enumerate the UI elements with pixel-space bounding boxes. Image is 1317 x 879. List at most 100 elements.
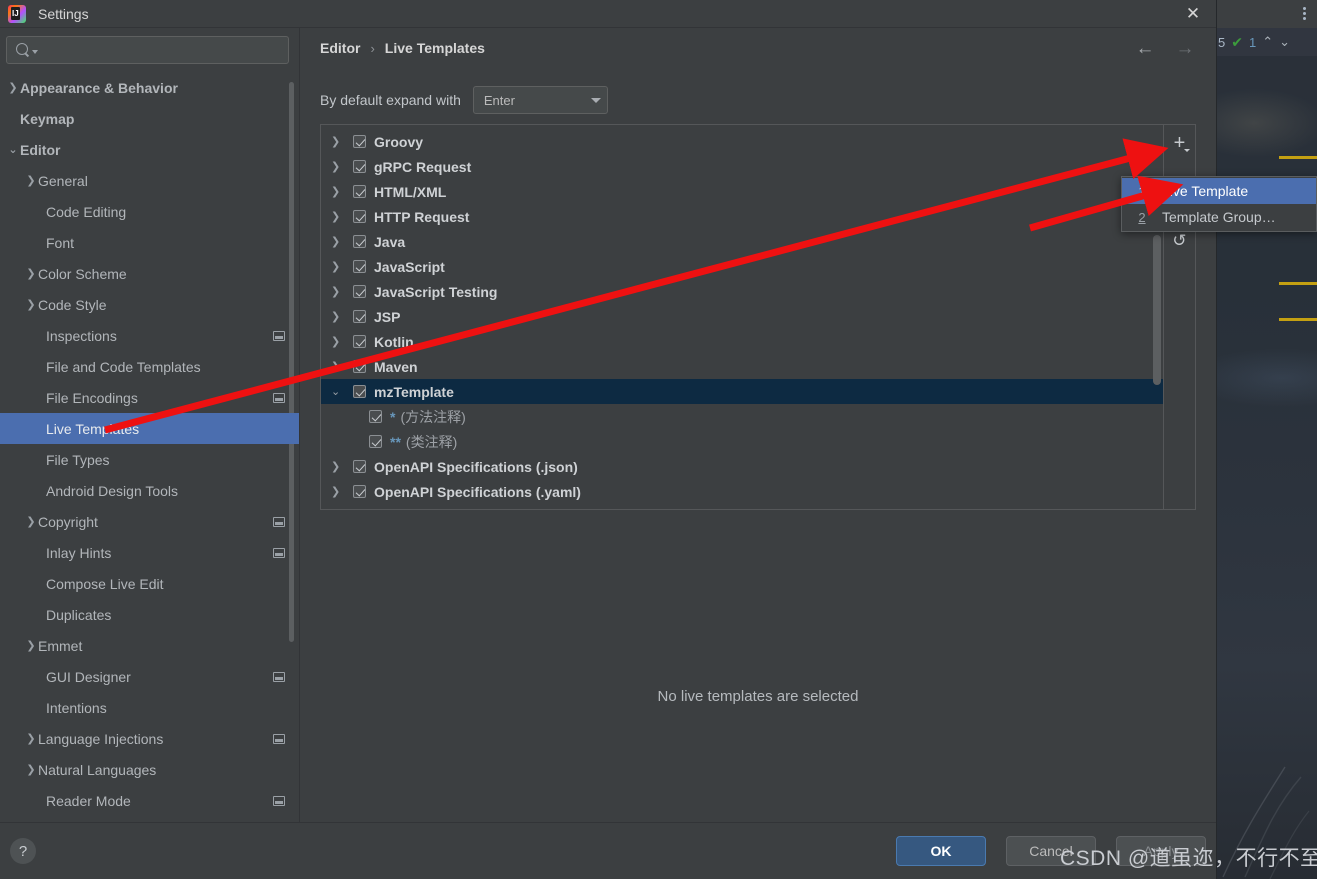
expand-with-select[interactable]: Enter bbox=[472, 86, 608, 114]
chevron-right-icon[interactable]: ❯ bbox=[331, 235, 353, 248]
breadcrumb-root[interactable]: Editor bbox=[320, 40, 360, 56]
template-group-javascript-testing[interactable]: ❯ JavaScript Testing bbox=[321, 279, 1163, 304]
ok-button[interactable]: OK bbox=[896, 836, 986, 866]
project-scope-icon bbox=[273, 330, 285, 341]
sidebar-item-label: Live Templates bbox=[46, 420, 140, 437]
sidebar-item-inlay-hints[interactable]: Inlay Hints bbox=[0, 537, 299, 568]
template-item[interactable]: * (方法注释) bbox=[321, 404, 1163, 429]
chevron-right-icon[interactable]: ❯ bbox=[331, 485, 353, 498]
checkbox-checked-icon[interactable] bbox=[353, 460, 366, 473]
chevron-down-icon[interactable]: ⌄ bbox=[1279, 34, 1290, 50]
sidebar-item-live-templates[interactable]: Live Templates bbox=[0, 413, 299, 444]
sidebar-item-gui-designer[interactable]: GUI Designer bbox=[0, 661, 299, 692]
template-group-javascript[interactable]: ❯ JavaScript bbox=[321, 254, 1163, 279]
chevron-right-icon[interactable]: ❯ bbox=[24, 267, 38, 280]
sidebar-item-file-and-code-templates[interactable]: File and Code Templates bbox=[0, 351, 299, 382]
template-group-java[interactable]: ❯ Java bbox=[321, 229, 1163, 254]
sidebar-item-copyright[interactable]: ❯ Copyright bbox=[0, 506, 299, 537]
sidebar-item-file-encodings[interactable]: File Encodings bbox=[0, 382, 299, 413]
arrow-left-icon[interactable]: ← bbox=[1132, 36, 1158, 60]
sidebar-item-label: File and Code Templates bbox=[46, 358, 201, 375]
chevron-right-icon[interactable]: ❯ bbox=[331, 460, 353, 473]
sidebar-item-font[interactable]: Font bbox=[0, 227, 299, 258]
checkbox-checked-icon[interactable] bbox=[353, 335, 366, 348]
checkbox-checked-icon[interactable] bbox=[353, 235, 366, 248]
chevron-right-icon[interactable]: ❯ bbox=[24, 763, 38, 776]
checkbox-checked-icon[interactable] bbox=[353, 360, 366, 373]
chevron-right-icon[interactable]: ❯ bbox=[24, 515, 38, 528]
sidebar-item-language-injections[interactable]: ❯ Language Injections bbox=[0, 723, 299, 754]
chevron-right-icon[interactable]: ❯ bbox=[331, 310, 353, 323]
chevron-right-icon[interactable]: ❯ bbox=[331, 335, 353, 348]
checkbox-checked-icon[interactable] bbox=[353, 310, 366, 323]
template-group-maven[interactable]: ❯ Maven bbox=[321, 354, 1163, 379]
checkbox-checked-icon[interactable] bbox=[369, 435, 382, 448]
chevron-down-icon[interactable]: ⌄ bbox=[331, 385, 353, 398]
chevron-right-icon[interactable]: ❯ bbox=[331, 160, 353, 173]
sidebar-item-label: Copyright bbox=[38, 513, 98, 530]
template-group-openapi-specifications-json[interactable]: ❯ OpenAPI Specifications (.json) bbox=[321, 454, 1163, 479]
checkbox-checked-icon[interactable] bbox=[353, 485, 366, 498]
template-group-kotlin[interactable]: ❯ Kotlin bbox=[321, 329, 1163, 354]
close-icon[interactable]: ✕ bbox=[1170, 0, 1216, 28]
chevron-right-icon[interactable]: ❯ bbox=[6, 81, 20, 94]
template-item[interactable]: ** (类注释) bbox=[321, 429, 1163, 454]
sidebar-item-compose-live-edit[interactable]: Compose Live Edit bbox=[0, 568, 299, 599]
chevron-right-icon[interactable]: ❯ bbox=[331, 360, 353, 373]
add-template-button[interactable]: + bbox=[1166, 129, 1194, 157]
popup-menu-item-template-group[interactable]: 2 Template Group… bbox=[1122, 204, 1316, 230]
sidebar-item-editor[interactable]: ⌄ Editor bbox=[0, 134, 299, 165]
checkbox-checked-icon[interactable] bbox=[353, 185, 366, 198]
sidebar-item-code-style[interactable]: ❯ Code Style bbox=[0, 289, 299, 320]
chevron-right-icon[interactable]: ❯ bbox=[331, 185, 353, 198]
settings-search-box[interactable] bbox=[6, 36, 289, 64]
sidebar-item-emmet[interactable]: ❯ Emmet bbox=[0, 630, 299, 661]
template-group-grpc-request[interactable]: ❯ gRPC Request bbox=[321, 154, 1163, 179]
sidebar-item-android-design-tools[interactable]: Android Design Tools bbox=[0, 475, 299, 506]
chevron-right-icon[interactable]: ❯ bbox=[331, 285, 353, 298]
checkbox-checked-icon[interactable] bbox=[353, 160, 366, 173]
checkbox-checked-icon[interactable] bbox=[353, 285, 366, 298]
template-group-openapi-specifications-yaml[interactable]: ❯ OpenAPI Specifications (.yaml) bbox=[321, 479, 1163, 504]
checkbox-checked-icon[interactable] bbox=[353, 260, 366, 273]
checkbox-checked-icon[interactable] bbox=[353, 135, 366, 148]
chevron-down-icon[interactable]: ⌄ bbox=[6, 143, 20, 156]
sidebar-item-general[interactable]: ❯ General bbox=[0, 165, 299, 196]
chevron-right-icon[interactable]: ❯ bbox=[331, 210, 353, 223]
checkbox-checked-icon[interactable] bbox=[353, 210, 366, 223]
sidebar-item-reader-mode[interactable]: Reader Mode bbox=[0, 785, 299, 816]
help-button[interactable]: ? bbox=[10, 838, 36, 864]
more-vertical-icon[interactable] bbox=[1303, 5, 1307, 22]
sidebar-item-code-editing[interactable]: Code Editing bbox=[0, 196, 299, 227]
template-group-http-request[interactable]: ❯ HTTP Request bbox=[321, 204, 1163, 229]
chevron-right-icon[interactable]: ❯ bbox=[24, 174, 38, 187]
sidebar-item-label: Emmet bbox=[38, 637, 83, 654]
chevron-right-icon[interactable]: ❯ bbox=[331, 135, 353, 148]
cancel-button[interactable]: Cancel bbox=[1006, 836, 1096, 866]
chevron-right-icon[interactable]: ❯ bbox=[331, 260, 353, 273]
checkbox-checked-icon[interactable] bbox=[353, 385, 366, 398]
popup-menu-item-live-template[interactable]: 1 Live Template bbox=[1122, 178, 1316, 204]
sidebar-item-intentions[interactable]: Intentions bbox=[0, 692, 299, 723]
template-group-groovy[interactable]: ❯ Groovy bbox=[321, 129, 1163, 154]
sidebar-item-label: Code Editing bbox=[46, 203, 127, 220]
sidebar-item-file-types[interactable]: File Types bbox=[0, 444, 299, 475]
template-group-html-xml[interactable]: ❯ HTML/XML bbox=[321, 179, 1163, 204]
chevron-up-icon[interactable]: ⌃ bbox=[1262, 34, 1273, 50]
chevron-right-icon[interactable]: ❯ bbox=[24, 732, 38, 745]
chevron-right-icon[interactable]: ❯ bbox=[24, 639, 38, 652]
sidebar-item-natural-languages[interactable]: ❯ Natural Languages bbox=[0, 754, 299, 785]
template-group-jsp[interactable]: ❯ JSP bbox=[321, 304, 1163, 329]
chevron-right-icon[interactable]: ❯ bbox=[24, 298, 38, 311]
arrow-right-icon[interactable]: → bbox=[1172, 36, 1198, 60]
sidebar-item-inspections[interactable]: Inspections bbox=[0, 320, 299, 351]
search-input[interactable] bbox=[38, 42, 282, 58]
checkbox-checked-icon[interactable] bbox=[369, 410, 382, 423]
sidebar-item-appearance-behavior[interactable]: ❯ Appearance & Behavior bbox=[0, 72, 299, 103]
apply-button[interactable]: Apply bbox=[1116, 836, 1206, 866]
template-group-mztemplate[interactable]: ⌄ mzTemplate bbox=[321, 379, 1163, 404]
sidebar-item-color-scheme[interactable]: ❯ Color Scheme bbox=[0, 258, 299, 289]
sidebar-item-keymap[interactable]: Keymap bbox=[0, 103, 299, 134]
templates-scrollbar[interactable] bbox=[1153, 235, 1161, 385]
sidebar-item-duplicates[interactable]: Duplicates bbox=[0, 599, 299, 630]
